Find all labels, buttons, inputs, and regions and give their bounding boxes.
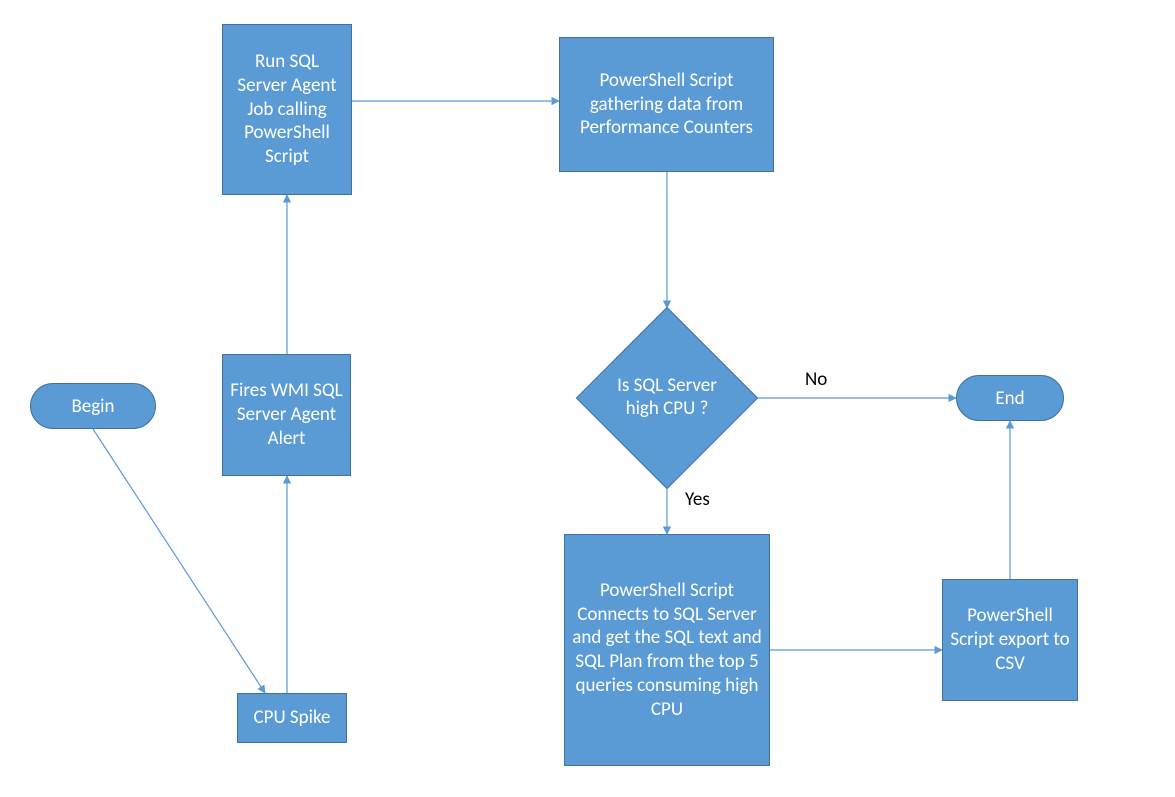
process-connect-sql: PowerShell Script Connects to SQL Server… bbox=[564, 534, 770, 766]
decision-high-cpu: Is SQL Server high CPU ? bbox=[577, 308, 757, 488]
edge-label-yes: Yes bbox=[685, 488, 710, 511]
end-label: End bbox=[995, 387, 1024, 410]
terminator-end: End bbox=[956, 375, 1064, 421]
process-gather-data: PowerShell Script gathering data from Pe… bbox=[559, 37, 774, 172]
decision-label: Is SQL Server high CPU ? bbox=[577, 308, 757, 488]
begin-label: Begin bbox=[71, 395, 114, 418]
process-wmi-alert: Fires WMI SQL Server Agent Alert bbox=[222, 354, 351, 476]
run-job-label: Run SQL Server Agent Job calling PowerSh… bbox=[229, 50, 345, 169]
cpu-spike-label: CPU Spike bbox=[254, 706, 331, 730]
process-export-csv: PowerShell Script export to CSV bbox=[942, 579, 1078, 701]
connect-label: PowerShell Script Connects to SQL Server… bbox=[571, 579, 763, 722]
gather-label: PowerShell Script gathering data from Pe… bbox=[566, 69, 767, 140]
edge-label-no: No bbox=[805, 368, 827, 391]
process-run-job: Run SQL Server Agent Job calling PowerSh… bbox=[222, 24, 352, 195]
terminator-begin: Begin bbox=[30, 383, 156, 429]
process-cpu-spike: CPU Spike bbox=[237, 693, 347, 743]
wmi-alert-label: Fires WMI SQL Server Agent Alert bbox=[229, 379, 344, 450]
export-label: PowerShell Script export to CSV bbox=[949, 604, 1071, 675]
